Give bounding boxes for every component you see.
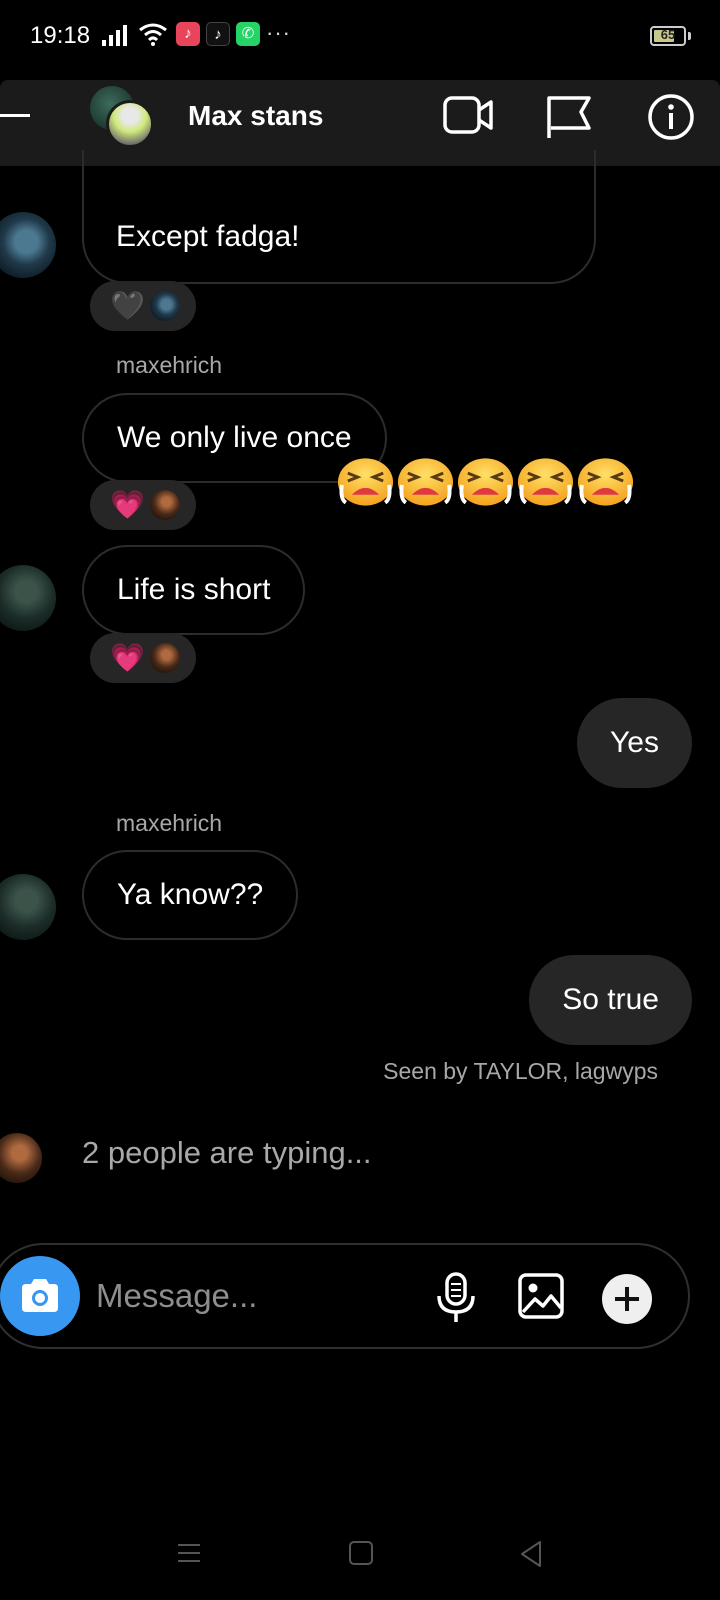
message-text: Except fadga! — [116, 220, 300, 253]
gallery-icon[interactable] — [517, 1272, 565, 1320]
sender-avatar[interactable] — [0, 565, 56, 631]
tired-face-emoji — [457, 458, 514, 506]
reactor-avatar — [150, 643, 180, 673]
microphone-icon[interactable] — [434, 1272, 478, 1324]
message-input[interactable] — [96, 1270, 396, 1322]
tired-face-emoji — [337, 458, 394, 506]
camera-icon — [22, 1279, 58, 1312]
message-bubble[interactable]: Life is short — [82, 545, 306, 635]
pink-heart-icon: 💗 — [110, 642, 145, 673]
pink-heart-icon: 💗 — [110, 489, 145, 520]
message-text: So true — [562, 983, 659, 1016]
sender-name: maxehrich — [116, 352, 223, 378]
battery-indicator: 65 — [650, 26, 686, 46]
status-time: 19:18 — [30, 22, 91, 49]
battery-level: 65 — [660, 27, 676, 42]
reaction-pill[interactable]: 💗 — [90, 633, 196, 683]
message-text: Yes — [610, 726, 659, 759]
video-call-icon[interactable] — [443, 92, 497, 138]
home-icon[interactable] — [348, 1540, 374, 1566]
reaction-pill[interactable]: 🖤 — [90, 281, 196, 331]
music-app-icon: ♪ — [176, 22, 200, 46]
plus-icon[interactable] — [600, 1272, 654, 1326]
chat-title[interactable]: Max stans — [188, 100, 323, 132]
typing-avatar — [0, 1133, 42, 1183]
group-avatar[interactable] — [106, 100, 154, 148]
message-text: Life is short — [117, 573, 271, 606]
typing-indicator: 2 people are typing... — [82, 1135, 372, 1170]
sender-avatar[interactable] — [0, 212, 56, 278]
message-bubble-outgoing[interactable]: So true — [529, 955, 692, 1045]
signal-icon — [102, 25, 127, 46]
message-text: Ya know?? — [117, 878, 264, 911]
emoji-sticker-row — [336, 455, 635, 507]
wifi-icon — [139, 23, 167, 46]
reactor-avatar — [150, 490, 180, 520]
more-icon: ··· — [266, 20, 291, 45]
whatsapp-icon: ✆ — [236, 22, 260, 46]
message-bubble[interactable]: Ya know?? — [82, 850, 299, 940]
battery-tip — [688, 32, 691, 40]
sender-avatar[interactable] — [0, 874, 56, 940]
back-triangle-icon[interactable] — [518, 1540, 544, 1568]
flag-icon[interactable] — [545, 92, 593, 142]
tired-face-emoji — [577, 458, 634, 506]
reactor-avatar — [150, 291, 180, 321]
message-bubble-outgoing[interactable]: Yes — [577, 698, 692, 788]
back-icon[interactable] — [0, 114, 30, 117]
seen-receipt: Seen by TAYLOR, lagwyps — [383, 1058, 658, 1084]
menu-icon[interactable] — [176, 1540, 202, 1566]
reaction-pill[interactable]: 💗 — [90, 480, 196, 530]
info-icon[interactable] — [646, 92, 696, 142]
sender-name: maxehrich — [116, 810, 223, 836]
message-text: We only live once — [117, 421, 352, 454]
camera-button[interactable] — [0, 1256, 80, 1336]
message-bubble[interactable] — [82, 150, 596, 284]
status-bar: 19:18 ♪ ♪ ✆ ··· 65 — [0, 0, 720, 72]
tiktok-icon: ♪ — [206, 22, 230, 46]
tired-face-emoji — [397, 458, 454, 506]
tired-face-emoji — [517, 458, 574, 506]
black-heart-icon: 🖤 — [110, 290, 145, 321]
